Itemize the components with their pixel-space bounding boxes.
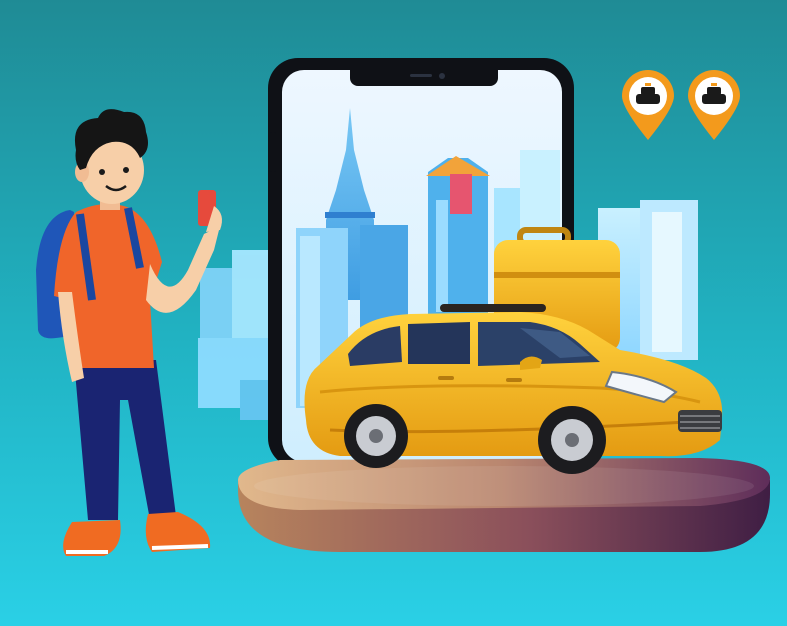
taxi-app-illustration: [0, 0, 787, 626]
rear-wheel: [344, 404, 408, 468]
illustration-canvas: [0, 0, 787, 626]
display-platform: [238, 458, 770, 552]
front-wheel: [538, 406, 606, 474]
